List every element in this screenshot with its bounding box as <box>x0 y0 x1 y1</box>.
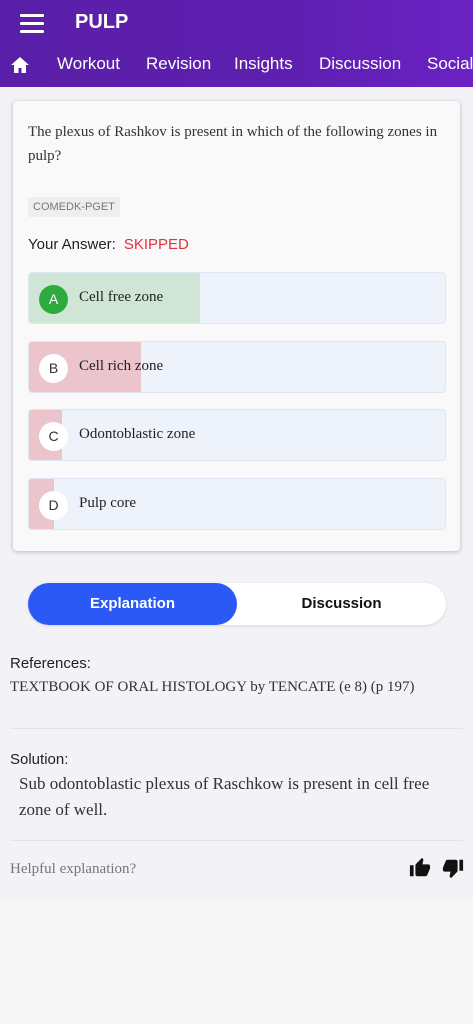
option-letter: A <box>39 285 68 314</box>
your-answer-label: Your Answer: <box>28 236 116 253</box>
divider <box>10 840 463 841</box>
tab-social[interactable]: Social <box>427 54 473 74</box>
option-letter: C <box>39 422 68 451</box>
option-text: Pulp core <box>79 495 137 511</box>
option-b[interactable]: B Cell rich zone <box>28 341 446 393</box>
exam-tag: COMEDK-PGET <box>28 197 120 217</box>
references-text: TEXTBOOK OF ORAL HISTOLOGY by TENCATE (e… <box>10 679 415 695</box>
solution-text: Sub odontoblastic plexus of Raschkow is … <box>19 774 430 819</box>
tab-bar: Workout Revision Insights Discussion Soc… <box>0 48 473 84</box>
explanation-tab[interactable]: Explanation <box>28 583 237 625</box>
option-letter: D <box>39 491 68 520</box>
option-letter: B <box>39 354 68 383</box>
solution-label: Solution: <box>10 751 69 768</box>
option-d[interactable]: D Pulp core <box>28 478 446 530</box>
divider <box>10 728 463 729</box>
your-answer: Your Answer: SKIPPED <box>28 236 189 253</box>
tab-workout[interactable]: Workout <box>57 54 120 74</box>
bottom-empty-area <box>0 900 473 1024</box>
discussion-tab[interactable]: Discussion <box>237 583 446 625</box>
thumbs-down-icon[interactable] <box>442 857 464 879</box>
app-header: PULP Workout Revision Insights Discussio… <box>0 0 473 87</box>
tab-insights[interactable]: Insights <box>234 54 293 74</box>
tab-revision[interactable]: Revision <box>146 54 211 74</box>
thumbs-up-icon[interactable] <box>409 857 431 879</box>
question-text: The plexus of Rashkov is present in whic… <box>28 124 438 164</box>
helpful-prompt: Helpful explanation? <box>10 861 137 877</box>
option-c[interactable]: C Odontoblastic zone <box>28 409 446 461</box>
option-text: Cell free zone <box>79 289 164 305</box>
question-card: The plexus of Rashkov is present in whic… <box>13 101 460 551</box>
your-answer-value: SKIPPED <box>123 236 189 253</box>
home-icon[interactable] <box>10 56 30 74</box>
explanation-discussion-toggle: Explanation Discussion <box>28 583 446 625</box>
page-title: PULP <box>75 11 129 33</box>
option-a[interactable]: A Cell free zone <box>28 272 446 324</box>
menu-icon[interactable] <box>20 14 44 34</box>
references-label: References: <box>10 655 91 672</box>
tab-discussion[interactable]: Discussion <box>319 54 401 74</box>
option-text: Cell rich zone <box>79 358 164 374</box>
option-text: Odontoblastic zone <box>79 426 196 442</box>
